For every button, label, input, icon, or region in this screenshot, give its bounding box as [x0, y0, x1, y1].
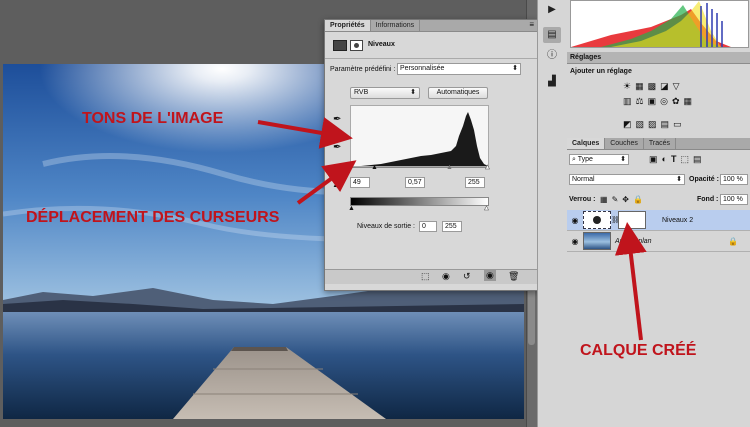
annotation-tons: TONS DE L'IMAGE	[82, 110, 224, 127]
annotation-deplacement: DÉPLACEMENT DES CURSEURS	[26, 209, 280, 226]
annotation-calque: CALQUE CRÉÉ	[580, 342, 697, 359]
arrow-calque	[614, 222, 647, 341]
arrow-tons	[257, 117, 353, 149]
arrow-deplacement	[296, 160, 357, 205]
